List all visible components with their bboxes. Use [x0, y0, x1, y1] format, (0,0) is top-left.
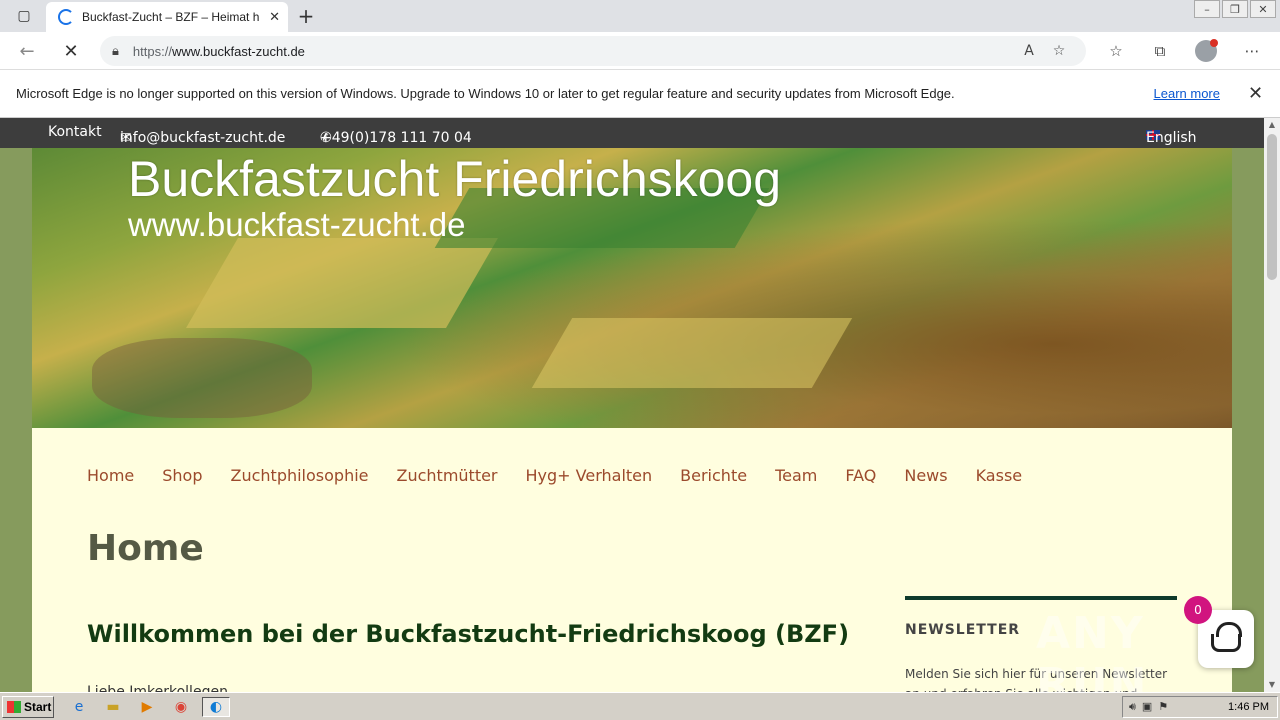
scroll-thumb[interactable]	[1267, 134, 1277, 280]
restore-icon[interactable]: ❐	[1222, 0, 1248, 18]
close-icon[interactable]: ✕	[269, 10, 280, 25]
windows-taskbar: Start e ▬ ▶ ◉ ◐ 🔊︎▣⚑ 1:46 PM	[0, 692, 1280, 720]
welcome-heading: Willkommen bei der Buckfastzucht-Friedri…	[87, 620, 850, 648]
close-icon[interactable]: ✕	[1248, 83, 1264, 104]
newsletter-title: NEWSLETTER	[905, 622, 1021, 638]
site-topbar: Kontakt ✉ info@buckfast-zucht.de ✆ +49(0…	[0, 118, 1264, 148]
lock-icon[interactable]: 🔒︎	[112, 44, 119, 59]
collections-icon[interactable]: ⧉	[1148, 40, 1172, 62]
plus-icon[interactable]: +	[294, 4, 318, 28]
site-subtitle: www.buckfast-zucht.de	[128, 206, 466, 243]
menu-item-home[interactable]: Home	[87, 466, 134, 485]
menu-item-kasse[interactable]: Kasse	[976, 466, 1023, 485]
avatar	[1195, 39, 1218, 62]
page-viewport: Kontakt ✉ info@buckfast-zucht.de ✆ +49(0…	[0, 118, 1264, 692]
menu-item-berichte[interactable]: Berichte	[680, 466, 747, 485]
back-icon[interactable]: ←	[14, 38, 40, 64]
internet-explorer-icon[interactable]: e	[68, 697, 90, 717]
menu-item-shop[interactable]: Shop	[162, 466, 202, 485]
menu-item-news[interactable]: News	[904, 466, 947, 485]
infobar-message: Microsoft Edge is no longer supported on…	[16, 86, 955, 101]
more-icon[interactable]: ⋯	[1240, 40, 1264, 62]
windows-logo-icon	[7, 701, 21, 713]
intro-text: Liebe Imkerkollegen,	[87, 684, 233, 692]
cart-count-badge: 0	[1184, 596, 1212, 624]
menu-item-zuchtmuetter[interactable]: Zuchtmütter	[397, 466, 498, 485]
tab-strip: ▢ Buckfast-Zucht – BZF – Heimat h ✕ + – …	[0, 0, 1280, 32]
tab-actions-icon[interactable]: ▢	[8, 4, 40, 28]
system-tray: 🔊︎▣⚑ 1:46 PM	[1122, 696, 1278, 718]
menu-item-hyg-verhalten[interactable]: Hyg+ Verhalten	[526, 466, 653, 485]
menu-item-faq[interactable]: FAQ	[845, 466, 876, 485]
basket-icon	[1211, 622, 1242, 652]
village-patch	[92, 338, 312, 418]
stop-icon[interactable]: ✕	[58, 38, 84, 64]
tab-title: Buckfast-Zucht – BZF – Heimat h	[82, 10, 260, 24]
folder-icon[interactable]: ▬	[102, 697, 124, 717]
browser-tab[interactable]: Buckfast-Zucht – BZF – Heimat h ✕	[46, 2, 288, 32]
url-text[interactable]: https://www.buckfast-zucht.de	[133, 44, 1014, 59]
clock: 1:46 PM	[1228, 701, 1269, 713]
media-player-icon[interactable]: ▶	[136, 697, 158, 717]
main-menu: Home Shop Zuchtphilosophie Zuchtmütter H…	[87, 466, 1050, 485]
loading-icon	[58, 9, 74, 25]
scroll-up-icon[interactable]: ▲	[1264, 118, 1280, 132]
read-aloud-icon[interactable]: A	[1014, 43, 1044, 59]
widget-divider	[905, 596, 1177, 600]
site-title[interactable]: Buckfastzucht Friedrichskoog	[128, 150, 781, 208]
window-controls: – ❐ ✕	[1192, 0, 1276, 20]
field-patch	[531, 318, 853, 388]
start-button[interactable]: Start	[2, 696, 54, 718]
menu-item-zuchtphilosophie[interactable]: Zuchtphilosophie	[231, 466, 369, 485]
minimize-icon[interactable]: –	[1194, 0, 1220, 18]
page-scrollbar[interactable]: ▲ ▼	[1264, 118, 1280, 692]
profile-icon[interactable]	[1194, 39, 1218, 62]
address-bar[interactable]: 🔒︎ https://www.buckfast-zucht.de A ☆	[100, 36, 1086, 66]
window-close-icon[interactable]: ✕	[1250, 0, 1276, 18]
tray-icons[interactable]: 🔊︎▣⚑	[1129, 700, 1174, 714]
favorites-icon[interactable]: ☆	[1104, 40, 1128, 62]
edge-icon[interactable]: ◐	[202, 697, 230, 717]
contact-link[interactable]: Kontakt	[48, 124, 102, 140]
unsupported-os-infobar: Microsoft Edge is no longer supported on…	[0, 70, 1280, 118]
scroll-down-icon[interactable]: ▼	[1264, 678, 1280, 692]
add-favorite-icon[interactable]: ☆	[1044, 43, 1074, 59]
chrome-icon[interactable]: ◉	[170, 697, 192, 717]
page-title: Home	[87, 528, 204, 569]
menu-item-team[interactable]: Team	[775, 466, 817, 485]
field-patch	[186, 238, 498, 328]
header-image[interactable]: Buckfastzucht Friedrichskoog www.buckfas…	[32, 148, 1232, 428]
learn-more-link[interactable]: Learn more	[1154, 86, 1220, 101]
navigation-bar: ← ✕ 🔒︎ https://www.buckfast-zucht.de A ☆…	[0, 32, 1280, 70]
